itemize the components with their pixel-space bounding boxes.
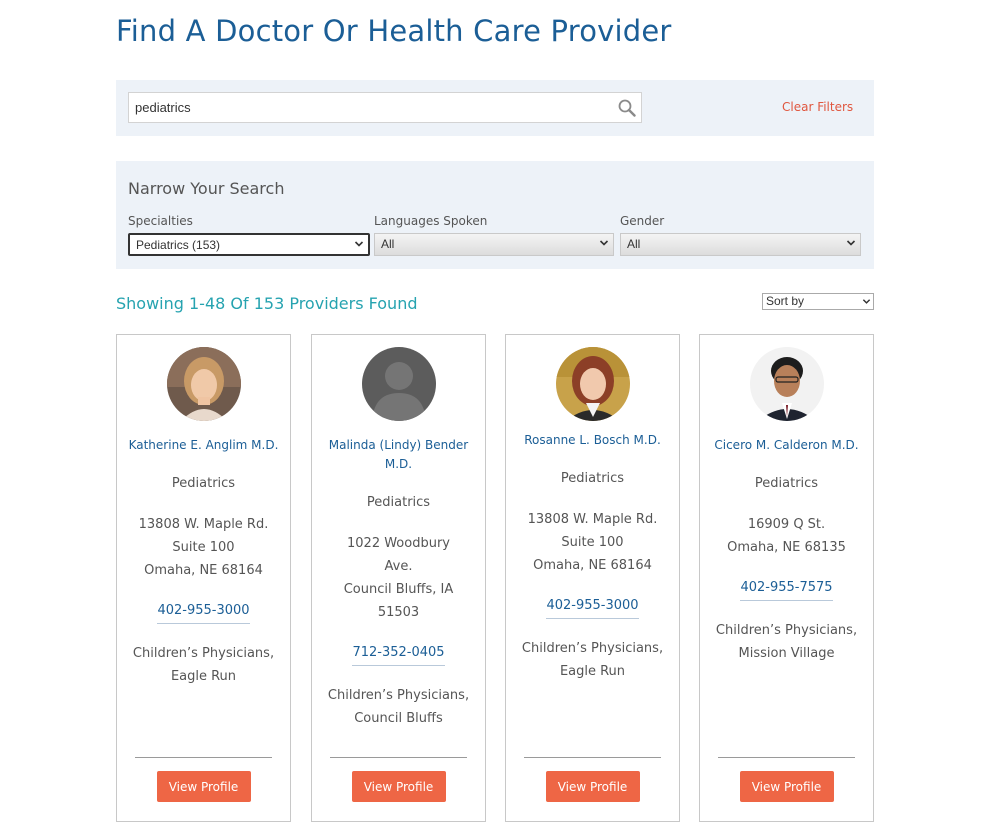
address-line: Omaha, NE 68164 bbox=[533, 558, 652, 573]
address-line: Suite 100 bbox=[561, 535, 624, 550]
page-title: Find A Doctor Or Health Care Provider bbox=[116, 14, 672, 48]
location-line: Children’s Physicians, bbox=[521, 641, 664, 656]
provider-location: Children’s Physicians, Eagle Run bbox=[125, 642, 282, 688]
search-panel: Clear Filters bbox=[116, 80, 874, 136]
view-profile-button[interactable]: View Profile bbox=[545, 771, 640, 802]
provider-name-link[interactable]: Malinda (Lindy) Bender M.D. bbox=[320, 436, 477, 474]
location-line: Children’s Physicians, bbox=[715, 623, 858, 638]
provider-info: Katherine E. Anglim M.D. Pediatrics 1380… bbox=[125, 436, 282, 688]
provider-info: Rosanne L. Bosch M.D. Pediatrics 13808 W… bbox=[514, 431, 671, 683]
address-line: 16909 Q St. bbox=[747, 517, 826, 532]
address-line: Suite 100 bbox=[172, 540, 235, 555]
location-line: Council Bluffs bbox=[354, 711, 443, 726]
provider-address: 13808 W. Maple Rd. Suite 100 Omaha, NE 6… bbox=[125, 513, 282, 582]
address-line: Council Bluffs, IA bbox=[343, 582, 454, 597]
provider-card: Malinda (Lindy) Bender M.D. Pediatrics 1… bbox=[311, 334, 486, 822]
provider-name-link[interactable]: Cicero M. Calderon M.D. bbox=[708, 436, 865, 455]
provider-info: Cicero M. Calderon M.D. Pediatrics 16909… bbox=[708, 436, 865, 665]
address-line: 51503 bbox=[377, 605, 420, 620]
results-count-heading: Showing 1-48 Of 153 Providers Found bbox=[116, 294, 418, 313]
provider-photo[interactable] bbox=[166, 347, 241, 421]
chevron-down-icon bbox=[599, 240, 609, 246]
provider-specialty: Pediatrics bbox=[366, 495, 431, 510]
provider-address: 13808 W. Maple Rd. Suite 100 Omaha, NE 6… bbox=[514, 508, 671, 577]
search-box[interactable] bbox=[128, 92, 642, 123]
chevron-down-icon bbox=[846, 240, 856, 246]
address-line: 1022 Woodbury bbox=[347, 536, 450, 551]
provider-specialty: Pediatrics bbox=[171, 476, 236, 491]
provider-specialty: Pediatrics bbox=[560, 471, 625, 486]
provider-address: 16909 Q St. Omaha, NE 68135 bbox=[708, 513, 865, 559]
specialties-select[interactable]: Pediatrics (153) bbox=[128, 233, 370, 256]
sort-by-select[interactable]: Sort by bbox=[762, 293, 874, 310]
location-line: Mission Village bbox=[738, 646, 835, 661]
card-divider bbox=[135, 757, 272, 758]
card-divider bbox=[718, 757, 855, 758]
provider-photo-placeholder[interactable] bbox=[361, 347, 436, 421]
provider-info: Malinda (Lindy) Bender M.D. Pediatrics 1… bbox=[320, 436, 477, 730]
narrow-search-title: Narrow Your Search bbox=[128, 179, 285, 198]
gender-select[interactable]: All bbox=[620, 233, 861, 256]
card-divider bbox=[524, 757, 661, 758]
address-line: Omaha, NE 68135 bbox=[727, 540, 846, 555]
chevron-down-icon bbox=[862, 299, 871, 304]
provider-card: Cicero M. Calderon M.D. Pediatrics 16909… bbox=[699, 334, 874, 822]
address-line: Ave. bbox=[384, 559, 413, 574]
view-profile-button[interactable]: View Profile bbox=[351, 771, 446, 802]
provider-location: Children’s Physicians, Eagle Run bbox=[514, 637, 671, 683]
languages-selected-value: All bbox=[381, 237, 395, 251]
provider-phone-link[interactable]: 402-955-3000 bbox=[546, 595, 639, 619]
provider-photo[interactable] bbox=[749, 347, 824, 421]
gender-label: Gender bbox=[620, 214, 665, 228]
provider-card: Katherine E. Anglim M.D. Pediatrics 1380… bbox=[116, 334, 291, 822]
provider-card: Rosanne L. Bosch M.D. Pediatrics 13808 W… bbox=[505, 334, 680, 822]
languages-select[interactable]: All bbox=[374, 233, 614, 256]
provider-phone-link[interactable]: 712-352-0405 bbox=[352, 642, 445, 666]
view-profile-button[interactable]: View Profile bbox=[739, 771, 834, 802]
search-icon[interactable] bbox=[617, 98, 637, 118]
narrow-search-panel: Narrow Your Search Specialties Pediatric… bbox=[116, 161, 874, 269]
view-profile-button[interactable]: View Profile bbox=[156, 771, 251, 802]
address-line: 13808 W. Maple Rd. bbox=[527, 512, 658, 527]
provider-phone-link[interactable]: 402-955-7575 bbox=[740, 577, 833, 601]
provider-location: Children’s Physicians, Council Bluffs bbox=[320, 684, 477, 730]
provider-address: 1022 Woodbury Ave. Council Bluffs, IA 51… bbox=[320, 532, 477, 624]
provider-specialty: Pediatrics bbox=[754, 476, 819, 491]
provider-phone-link[interactable]: 402-955-3000 bbox=[157, 600, 250, 624]
chevron-down-icon bbox=[354, 241, 364, 247]
location-line: Eagle Run bbox=[170, 669, 237, 684]
location-line: Children’s Physicians, bbox=[132, 646, 275, 661]
gender-selected-value: All bbox=[627, 237, 641, 251]
specialties-label: Specialties bbox=[128, 214, 193, 228]
address-line: Omaha, NE 68164 bbox=[144, 563, 263, 578]
address-line: 13808 W. Maple Rd. bbox=[138, 517, 269, 532]
provider-location: Children’s Physicians, Mission Village bbox=[708, 619, 865, 665]
specialties-selected-value: Pediatrics (153) bbox=[136, 238, 221, 252]
languages-label: Languages Spoken bbox=[374, 214, 488, 228]
provider-name-link[interactable]: Katherine E. Anglim M.D. bbox=[125, 436, 282, 455]
clear-filters-link[interactable]: Clear Filters bbox=[782, 100, 853, 114]
card-divider bbox=[330, 757, 467, 758]
search-input[interactable] bbox=[129, 93, 609, 122]
location-line: Eagle Run bbox=[559, 664, 626, 679]
provider-name-link[interactable]: Rosanne L. Bosch M.D. bbox=[514, 431, 671, 450]
sort-by-label: Sort by bbox=[766, 294, 805, 308]
location-line: Children’s Physicians, bbox=[327, 688, 470, 703]
provider-photo[interactable] bbox=[555, 347, 630, 421]
